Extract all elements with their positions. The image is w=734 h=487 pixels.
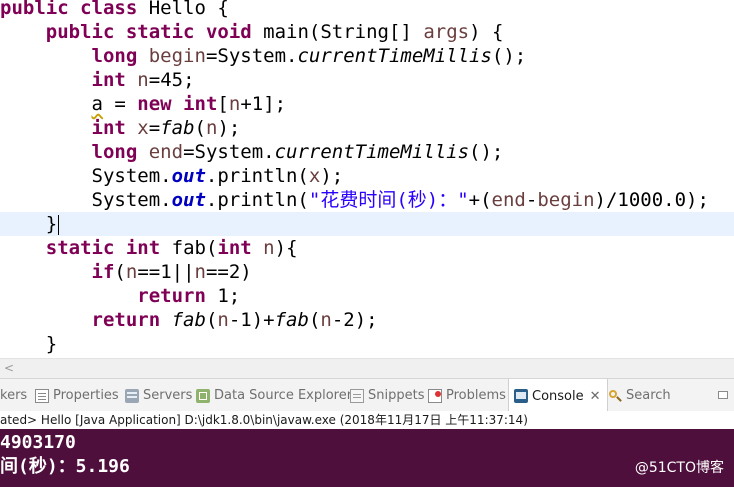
search-icon — [608, 389, 622, 403]
snippets-icon — [350, 388, 364, 403]
console-output-line-1: 4903170 — [0, 432, 76, 453]
console-icon — [514, 389, 528, 403]
code-line-10-current: } — [0, 212, 734, 236]
editor-horizontal-scrollbar[interactable]: < — [0, 358, 734, 378]
tab-markers[interactable]: kers — [0, 379, 27, 412]
code-line-13: return 1; — [137, 285, 241, 307]
text-caret — [58, 214, 60, 235]
servers-icon — [125, 388, 139, 403]
code-line-3: long begin=System.currentTimeMillis(); — [91, 45, 527, 67]
tab-search[interactable]: Search — [608, 379, 671, 412]
code-line-7: long end=System.currentTimeMillis(); — [91, 141, 504, 163]
minimize-view-icon[interactable] — [718, 391, 728, 399]
code-line-2: public static void main(String[] args) { — [45, 21, 504, 43]
code-line-8: System.out.println(x); — [91, 165, 344, 187]
code-line-11: static int fab(int n){ — [45, 237, 298, 259]
view-tab-bar: kers Properties Servers Data Source Expl… — [0, 378, 734, 413]
tab-problems[interactable]: Problems — [428, 379, 506, 412]
code-line-5: a = new int[n+1]; — [91, 93, 287, 115]
scroll-left-arrow[interactable]: < — [4, 361, 14, 375]
code-line-6: int x=fab(n); — [91, 117, 241, 139]
code-line-9: System.out.println("花费时间(秒)："+(end-begin… — [91, 189, 709, 211]
code-line-15: } — [45, 333, 58, 355]
code-line-12: if(n==1||n==2) — [91, 261, 252, 283]
problems-icon — [428, 388, 442, 403]
console-output[interactable]: 4903170 间(秒)：5.196 @51CTO博客 — [0, 429, 734, 487]
code-line-4: int n=45; — [91, 69, 195, 91]
close-console-icon[interactable]: ✕ — [590, 389, 601, 404]
unused-variable-warning[interactable]: a — [92, 93, 103, 115]
tab-servers[interactable]: Servers — [125, 379, 192, 412]
console-output-line-2: 间(秒)：5.196 — [0, 456, 130, 477]
console-process-status: ated> Hello [Java Application] D:\jdk1.8… — [0, 411, 734, 429]
code-line-14: return fab(n-1)+fab(n-2); — [91, 309, 378, 331]
code-editor[interactable]: public class Hello { public static void … — [0, 0, 734, 358]
data-source-explorer-icon — [196, 388, 210, 403]
tab-snippets[interactable]: Snippets — [350, 379, 424, 412]
tab-data-source-explorer[interactable]: Data Source Explorer — [196, 379, 352, 412]
code-line-1: public class Hello { — [0, 0, 229, 19]
properties-icon — [35, 388, 49, 403]
watermark: @51CTO博客 — [634, 460, 724, 476]
tab-properties[interactable]: Properties — [35, 379, 119, 412]
tab-console[interactable]: Console ✕ — [508, 379, 608, 413]
